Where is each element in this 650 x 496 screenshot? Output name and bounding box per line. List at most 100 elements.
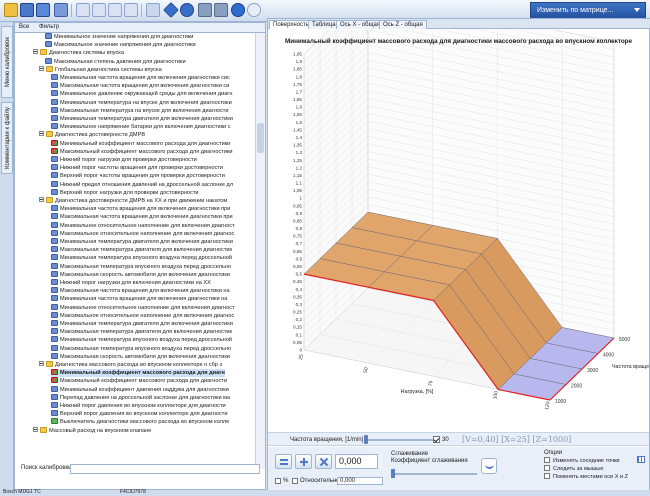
- tree-item[interactable]: Максимальная температура двигателя для в…: [51, 328, 232, 336]
- tree-item[interactable]: Максимальная температура впускного возду…: [51, 344, 231, 353]
- tab-calibration-menu[interactable]: Меню калибровок: [1, 26, 13, 98]
- add-button[interactable]: [295, 454, 312, 469]
- tree-item[interactable]: Минимальное значение напряжения для диаг…: [45, 33, 193, 41]
- surface-chart-svg[interactable]: 0 0,05 0,1 0,15 0,2 0,25 0,3 0,35 0,4 0,45 0,5 0,55…: [268, 0, 650, 432]
- tree-folder[interactable]: Диагностика массового расхода во впускно…: [39, 361, 222, 369]
- tree-item[interactable]: Максимальная температура двигателя для в…: [51, 246, 232, 254]
- tree-item[interactable]: Минимальный коэффициент давления наддува…: [51, 385, 229, 394]
- tree-folder[interactable]: Диагностика системы впуска: [33, 49, 124, 57]
- info-icon[interactable]: [247, 3, 261, 17]
- filter-all[interactable]: Все: [19, 24, 29, 30]
- edit-by-matrix-button[interactable]: Изменить по матрице...: [530, 2, 646, 19]
- open-icon[interactable]: [4, 3, 18, 17]
- option-follow-mouse[interactable]: Следить за мышью: [544, 465, 603, 472]
- tree-item[interactable]: Выключатель диагностики массового расход…: [51, 418, 229, 426]
- diamond-icon[interactable]: [163, 2, 179, 18]
- option-change-neighbors-checkbox[interactable]: [544, 457, 550, 463]
- tree-folder[interactable]: Массовый расход на впускном клапане: [33, 426, 151, 435]
- tree-item[interactable]: Максимальная частота вращения для включе…: [51, 213, 233, 221]
- tree-item[interactable]: Нижний предел отношения давлений на дрос…: [51, 180, 233, 189]
- collapse-icon[interactable]: [39, 361, 44, 366]
- paste-icon[interactable]: [92, 3, 106, 17]
- tab-axis-x[interactable]: Ось X - общая: [336, 20, 385, 29]
- tree-item[interactable]: Верхний порог частоты вращения для прове…: [51, 172, 225, 180]
- multiply-button[interactable]: [315, 454, 332, 469]
- undo-icon[interactable]: [108, 3, 122, 17]
- tree-item[interactable]: Максимальная степень давления для диагно…: [45, 57, 186, 66]
- tree-item[interactable]: Нижний порог частоты вращения для провер…: [51, 164, 223, 172]
- redo-icon[interactable]: [124, 3, 138, 17]
- tree-item[interactable]: Минимальный коэффициент массового расход…: [51, 369, 225, 378]
- smoothing-slider-thumb[interactable]: [391, 469, 395, 478]
- tree-item[interactable]: Максимальная температура впускного возду…: [51, 262, 231, 271]
- tree-item[interactable]: Минимальное давление окружающей среды дл…: [51, 90, 232, 98]
- speed-checkbox[interactable]: [433, 436, 440, 443]
- tree-scrollbar[interactable]: [255, 33, 265, 469]
- help-icon[interactable]: [231, 3, 245, 17]
- save-icon[interactable]: [20, 3, 34, 17]
- tree-item[interactable]: Минимальная температура двигателя для вк…: [51, 320, 233, 328]
- tree-item[interactable]: Максимальное относительное наполнение дл…: [51, 229, 234, 238]
- tree-item[interactable]: Максимальный коэффициент массового расхо…: [51, 377, 227, 385]
- search-input[interactable]: [70, 464, 260, 474]
- tree-item[interactable]: Нижний порог давления во впускном коллек…: [51, 402, 226, 410]
- tree-item[interactable]: Минимальное относительное наполнение для…: [51, 303, 235, 312]
- search-icon[interactable]: [180, 3, 194, 17]
- tree-item[interactable]: Минимальная температура впускного воздух…: [51, 254, 232, 262]
- speed-slider-thumb[interactable]: [364, 435, 368, 444]
- tree-item[interactable]: Минимальная температура двигателя для вк…: [51, 115, 233, 123]
- tree-item[interactable]: Максимальная частота вращения для включе…: [51, 82, 229, 90]
- collapse-icon[interactable]: [33, 49, 38, 55]
- tree-item[interactable]: Перепад давления на дроссельной заслонке…: [51, 393, 230, 402]
- tree-item[interactable]: Минимальная частота вращения для включен…: [51, 205, 230, 213]
- tree-item[interactable]: Нижний порог нагрузки для проверки досто…: [51, 156, 197, 164]
- relative-checkbox[interactable]: [292, 478, 298, 484]
- tree-folder[interactable]: Диагностика достоверности ДМРВ: [39, 131, 145, 139]
- tree-item[interactable]: Минимальная частота вращения для включен…: [51, 295, 227, 303]
- tab-file-comments[interactable]: Комментарии к файлу: [1, 102, 13, 174]
- tree-folder[interactable]: Глобальная диагностика системы впуска: [39, 65, 162, 74]
- grid-icon[interactable]: [637, 456, 645, 463]
- tree-item[interactable]: Нижний порог нагрузки для включения диаг…: [51, 279, 211, 287]
- tree-item[interactable]: Минимальное относительное наполнение для…: [51, 221, 235, 230]
- tree-item[interactable]: Минимальная частота вращения для включен…: [51, 74, 230, 82]
- option-change-neighbors[interactable]: Изменять соседние точки: [544, 457, 620, 464]
- option-swap-axes-checkbox[interactable]: [544, 473, 550, 479]
- import-icon[interactable]: [54, 3, 68, 17]
- smooth-curve-icon[interactable]: [481, 458, 497, 474]
- tree-item[interactable]: Минимальная температура впускного воздух…: [51, 336, 232, 344]
- relative-input[interactable]: 0,000: [337, 477, 383, 485]
- tree-item[interactable]: Максимальное относительное наполнение дл…: [51, 311, 234, 320]
- value-input[interactable]: 0,000: [335, 454, 383, 469]
- tab-table[interactable]: Таблица: [308, 20, 340, 29]
- collapse-icon[interactable]: [39, 131, 44, 137]
- filter-column[interactable]: Фильтр: [39, 24, 59, 30]
- tree-item[interactable]: Минимальная температура на впуске для вк…: [51, 98, 232, 107]
- tab-surface[interactable]: Поверхность: [269, 20, 313, 29]
- tree-item[interactable]: Максимальная скорость автомобиля для вкл…: [51, 352, 230, 361]
- tree-item[interactable]: Максимальная температура на впуске для в…: [51, 106, 228, 115]
- collapse-icon[interactable]: [39, 65, 44, 71]
- tree-item[interactable]: Максимальный коэффициент массового расхо…: [51, 147, 233, 156]
- speed-slider[interactable]: [364, 439, 436, 441]
- collapse-icon[interactable]: [39, 197, 44, 202]
- tree-item[interactable]: Минимальная температура двигателя для вк…: [51, 238, 233, 246]
- tree-item[interactable]: Верхний порог нагрузки для проверки дост…: [51, 188, 199, 197]
- tree-folder[interactable]: Диагностика достоверности ДМРВ на ХХ и п…: [39, 197, 227, 205]
- tree-item[interactable]: Максимальная частота вращения для включе…: [51, 287, 230, 295]
- collapse-icon[interactable]: [33, 426, 38, 432]
- value-spinner[interactable]: [377, 454, 383, 469]
- tools-icon[interactable]: [198, 3, 212, 17]
- wrench-icon[interactable]: [214, 3, 228, 17]
- smoothing-slider[interactable]: [391, 473, 477, 475]
- chart-icon[interactable]: [146, 3, 160, 17]
- tree-item[interactable]: Минимальное напряжение батареи для включ…: [51, 123, 231, 131]
- surface-chart[interactable]: Минимальный коэффициент массового расход…: [268, 0, 650, 437]
- tree-item[interactable]: Максимальное значение напряжения для диа…: [45, 41, 196, 49]
- tree-item[interactable]: Максимальная скорость автомобиля для вкл…: [51, 270, 230, 279]
- equals-button[interactable]: [275, 454, 292, 469]
- tree-item[interactable]: Верхний порог давления во впускном колле…: [51, 410, 227, 418]
- tab-axis-z[interactable]: Ось Z - общая: [379, 20, 427, 29]
- option-follow-mouse-checkbox[interactable]: [544, 465, 550, 471]
- percent-checkbox[interactable]: [275, 478, 281, 484]
